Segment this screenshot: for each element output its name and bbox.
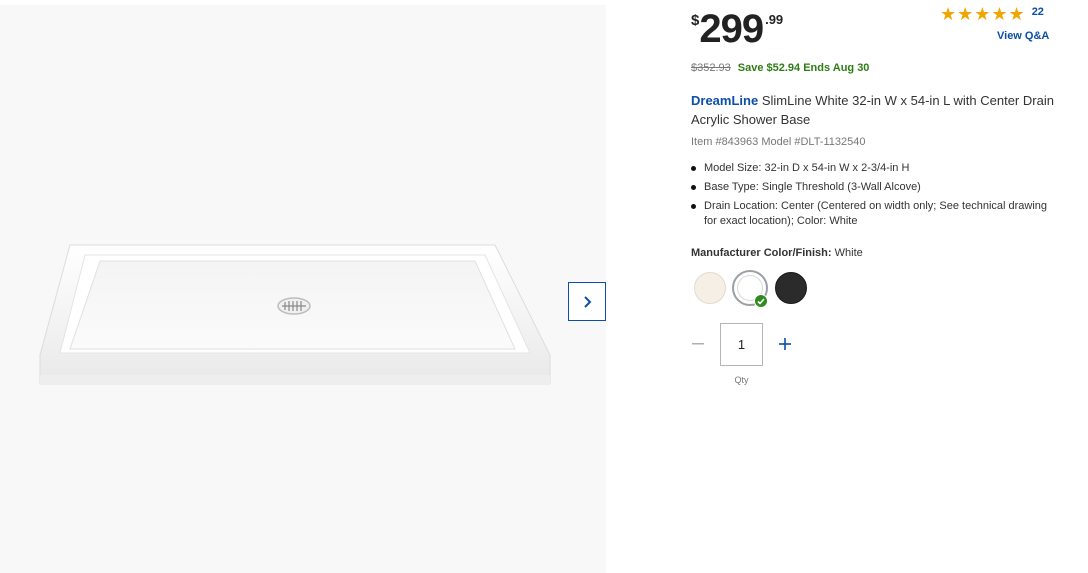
plus-icon (779, 338, 791, 350)
spec-item: Drain Location: Center (Centered on widt… (691, 199, 1051, 229)
price: $ 299 .99 (691, 6, 783, 52)
spec-item: Model Size: 32-in D x 54-in W x 2-3/4-in… (691, 161, 1051, 176)
spec-item: Base Type: Single Threshold (3-Wall Alco… (691, 180, 1051, 195)
price-currency: $ (691, 12, 700, 29)
swatch-almond[interactable] (694, 272, 726, 304)
view-qa-link[interactable]: View Q&A (997, 30, 1049, 42)
save-text: Save $52.94 Ends Aug 30 (737, 62, 870, 74)
color-finish-heading: Manufacturer Color/Finish: (691, 247, 832, 259)
rating[interactable]: ★★★★★ 22 (940, 5, 1044, 23)
was-price: $352.93 (691, 62, 731, 74)
quantity-input[interactable]: 1 (720, 323, 763, 366)
chevron-right-icon (584, 295, 592, 308)
price-dollars: 299 (699, 7, 764, 51)
selected-check-icon (754, 294, 768, 308)
item-model-number: Item #843963 Model #DLT-1132540 (691, 136, 866, 148)
promo-line: $352.93 Save $52.94 Ends Aug 30 (691, 62, 869, 74)
color-finish-value: White (834, 247, 863, 259)
quantity-label: Qty (734, 375, 749, 385)
product-image-gallery (0, 5, 606, 573)
color-finish-label: Manufacturer Color/Finish: White (691, 247, 863, 259)
minus-icon (692, 343, 704, 345)
shower-base-image[interactable] (30, 235, 560, 395)
quantity-decrease-button[interactable] (689, 334, 707, 354)
star-rating-icon: ★★★★★ (940, 4, 1026, 24)
review-count[interactable]: 22 (1032, 6, 1044, 18)
next-image-button[interactable] (568, 282, 606, 321)
product-title: DreamLine SlimLine White 32-in W x 54-in… (691, 91, 1066, 129)
brand-link[interactable]: DreamLine (691, 93, 758, 108)
swatch-black[interactable] (775, 272, 807, 304)
quantity-increase-button[interactable] (776, 334, 794, 354)
spec-list: Model Size: 32-in D x 54-in W x 2-3/4-in… (691, 161, 1051, 233)
price-cents: .99 (765, 12, 784, 27)
